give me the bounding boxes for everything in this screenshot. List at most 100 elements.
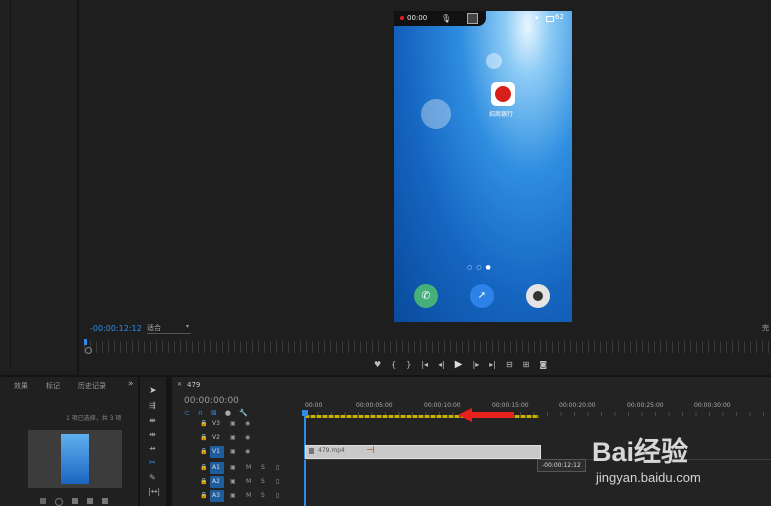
page-dot: ● <box>485 264 491 271</box>
lock-icon[interactable]: 🔒 <box>200 492 207 499</box>
red-arrow-annotation <box>458 408 514 422</box>
linked-selection-icon[interactable]: ⊠ <box>211 409 217 417</box>
ruler-label: 00:00 <box>305 402 323 409</box>
track-label-a3[interactable]: A3 <box>212 492 220 499</box>
page-indicator: ○ ○ ● <box>467 264 491 271</box>
lift-icon[interactable]: ⊟ <box>506 360 513 369</box>
timeline-playhead-head[interactable] <box>302 410 308 416</box>
ruler-label: 00:00:20:00 <box>559 402 596 409</box>
lock-icon[interactable]: 🔒 <box>200 464 207 471</box>
sync-lock-icon[interactable]: ▣ <box>230 464 236 471</box>
ruler-label: 00:00:10:00 <box>424 402 461 409</box>
eye-icon[interactable]: ◉ <box>245 448 250 455</box>
camera-icon[interactable]: ◙ <box>539 360 547 369</box>
left-panel <box>0 0 77 370</box>
monitor-scrubber[interactable] <box>84 341 771 353</box>
track-label-a1[interactable]: A1 <box>212 464 220 471</box>
video-clip[interactable]: 479.mp4 <box>305 445 541 459</box>
sync-lock-icon[interactable]: ▣ <box>230 448 236 455</box>
clip-name: 479.mp4 <box>318 447 345 454</box>
new-item-icon[interactable] <box>87 498 93 504</box>
lock-icon[interactable]: 🔒 <box>200 478 207 485</box>
track-label-v3[interactable]: V3 <box>212 420 220 427</box>
go-to-out-icon[interactable]: ▸| <box>489 360 496 369</box>
marker-icon[interactable]: ♥ <box>374 360 381 369</box>
lock-icon[interactable]: 🔒 <box>200 434 207 441</box>
rate-stretch-icon[interactable]: ⇸ <box>149 444 156 453</box>
mic-icon[interactable]: ▯ <box>276 478 279 485</box>
recorder-bar: 00:00 🎙 <box>394 11 486 26</box>
mark-out-icon[interactable]: } <box>406 360 411 369</box>
tab-markers[interactable]: 标记 <box>46 381 60 391</box>
timeline-timecode[interactable]: 00:00:00:00 <box>184 396 239 406</box>
mic-icon[interactable]: ▯ <box>276 492 279 499</box>
slip-tool-icon[interactable]: |↔| <box>148 487 160 496</box>
track-row-v1: 🔒 V1 ▣ ◉ <box>172 445 304 459</box>
nest-icon[interactable]: ⊂ <box>184 409 190 417</box>
scrub-start-handle[interactable] <box>85 347 92 354</box>
track-row-a3: 🔒 A3 ▣ M S ▯ <box>172 489 304 503</box>
lock-icon[interactable]: 🔒 <box>200 448 207 455</box>
add-marker-icon[interactable]: ● <box>225 409 231 417</box>
lens-flare <box>486 53 502 69</box>
mic-icon[interactable]: ▯ <box>276 464 279 471</box>
go-to-in-icon[interactable]: |◂ <box>421 360 428 369</box>
wifi-icon: ◠ <box>525 14 532 22</box>
panel-menu-icon[interactable]: » <box>128 379 134 389</box>
signal-icon: ▾ <box>535 14 539 22</box>
search-icon[interactable] <box>55 498 63 506</box>
sync-lock-icon[interactable]: ▣ <box>230 492 236 499</box>
play-icon[interactable]: ▶ <box>455 359 463 370</box>
trash-icon[interactable] <box>102 498 108 504</box>
chevron-down-icon: ▾ <box>185 323 189 330</box>
snap-icon[interactable]: ∩ <box>198 409 203 417</box>
mute-icon[interactable]: M <box>246 478 251 485</box>
monitor-playhead[interactable] <box>84 339 87 345</box>
sync-lock-icon[interactable]: ▣ <box>230 478 236 485</box>
tab-history[interactable]: 历史记录 <box>78 381 106 391</box>
track-label-v2[interactable]: V2 <box>212 434 220 441</box>
eye-icon[interactable]: ◉ <box>245 434 250 441</box>
track-label-a2[interactable]: A2 <box>212 478 220 485</box>
razor-tool-icon[interactable]: ✂ <box>149 458 156 467</box>
selection-info: 1 项已选择，共 3 项 <box>66 415 122 422</box>
sync-lock-icon[interactable]: ▣ <box>230 434 236 441</box>
solo-icon[interactable]: S <box>261 464 265 471</box>
eye-icon[interactable]: ◉ <box>245 420 250 427</box>
lock-icon[interactable]: 🔒 <box>200 420 207 427</box>
bank-app-icon[interactable] <box>491 82 515 106</box>
track-label-v1[interactable]: V1 <box>212 448 220 455</box>
sync-lock-icon[interactable]: ▣ <box>230 420 236 427</box>
fit-dropdown[interactable]: 适合 ▾ <box>147 323 191 334</box>
pen-tool-icon[interactable]: ✎ <box>149 473 156 482</box>
track-headers: 🔒 V3 ▣ ◉ 🔒 V2 ▣ ◉ 🔒 V1 ▣ ◉ 🔒 A1 ▣ M S ▯ … <box>172 417 304 506</box>
browser-compass-icon[interactable]: ➚ <box>470 284 494 308</box>
solo-icon[interactable]: S <box>261 492 265 499</box>
sequence-tab[interactable]: 479 <box>187 381 200 389</box>
mute-icon[interactable]: M <box>246 464 251 471</box>
ripple-edit-icon[interactable]: ⇼ <box>149 416 156 425</box>
page-dot: ○ <box>467 264 473 271</box>
list-view-icon[interactable] <box>40 498 46 504</box>
mark-in-icon[interactable]: { <box>391 360 396 369</box>
step-back-icon[interactable]: ◂| <box>438 360 445 369</box>
track-select-icon[interactable]: ⇶ <box>149 401 156 410</box>
extract-icon[interactable]: ⊞ <box>523 360 530 369</box>
camera-app-icon[interactable] <box>526 284 550 308</box>
mute-icon[interactable]: M <box>246 492 251 499</box>
tab-effects[interactable]: 效果 <box>14 381 28 391</box>
clip-thumbnail[interactable] <box>28 430 122 488</box>
step-forward-icon[interactable]: |▸ <box>473 360 480 369</box>
monitor-timecode: -00:00:12:12 <box>90 324 142 333</box>
phone-call-icon[interactable]: ✆ <box>414 284 438 308</box>
selection-tool-icon[interactable]: ➤ <box>149 386 157 396</box>
rolling-edit-icon[interactable]: ⇹ <box>149 430 156 439</box>
solo-icon[interactable]: S <box>261 478 265 485</box>
close-tab-icon[interactable]: ✕ <box>177 381 182 388</box>
page-dot: ○ <box>476 264 482 271</box>
wrench-icon[interactable]: 🔧 <box>239 409 248 417</box>
tooltip-time: -00:00:12:12 <box>542 462 581 469</box>
project-tabs: 效果 标记 历史记录 <box>14 381 106 391</box>
full-label: 完 <box>762 324 769 332</box>
new-bin-icon[interactable] <box>72 498 78 504</box>
